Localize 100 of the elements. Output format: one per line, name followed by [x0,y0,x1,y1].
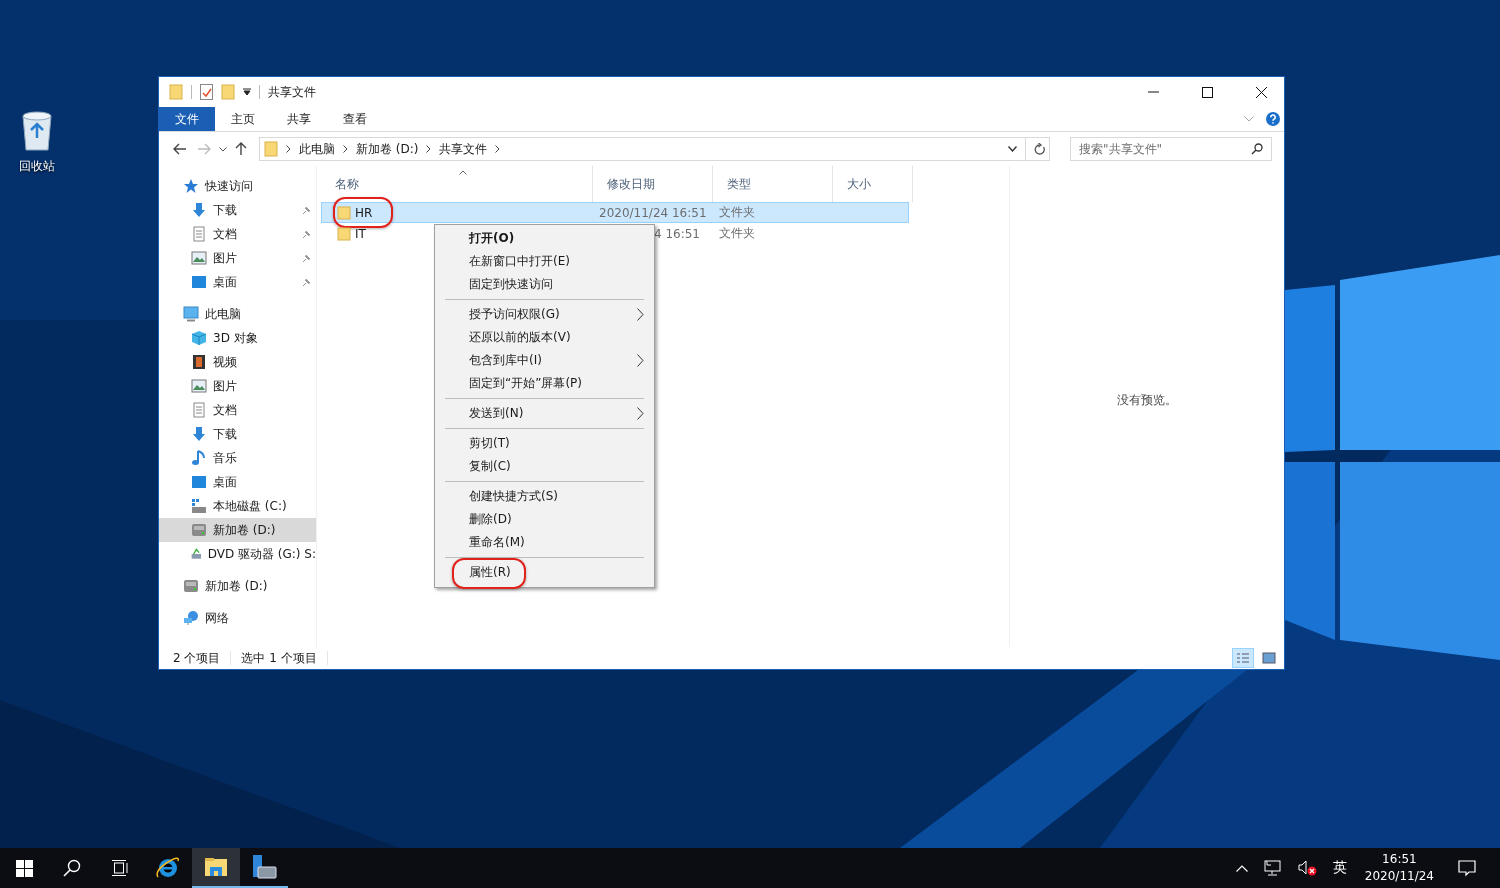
clock[interactable]: 16:51 2020/11/24 [1364,851,1434,885]
folder-icon [337,226,351,241]
refresh-icon[interactable] [1034,143,1045,155]
chevron-right-icon[interactable] [343,145,348,153]
download-icon [191,202,207,218]
file-name[interactable]: IT [355,226,366,241]
up-arrow-icon[interactable] [235,142,247,156]
menu-item[interactable]: 在新窗口中打开(E) [435,250,654,273]
help-icon[interactable] [1266,112,1280,126]
notification-icon[interactable] [1458,859,1476,877]
pin-icon[interactable] [302,205,311,215]
ribbon-tab[interactable]: 查看 [327,107,383,131]
input-method-indicator[interactable]: 英 [1332,859,1347,877]
nav-item[interactable]: 下载 [159,198,316,222]
file-type: 文件夹 [718,225,756,242]
desktop-icon [191,274,207,290]
pin-icon[interactable] [302,229,311,239]
menu-item[interactable]: 授予访问权限(G) [435,303,654,326]
drive-icon [183,578,199,594]
maximize-icon [1201,86,1213,98]
nav-item[interactable]: 桌面 [159,270,316,294]
menu-item[interactable]: 还原以前的版本(V) [435,326,654,349]
dropdown-icon[interactable] [243,88,251,96]
dvd-icon [191,546,202,562]
ribbon-tab[interactable]: 共享 [271,107,327,131]
nav-item[interactable]: 3D 对象 [159,326,316,350]
file-row[interactable]: HR 2020/11/24 16:51 文件夹 [321,202,909,223]
menu-item[interactable]: 固定到快速访问 [435,273,654,296]
chevron-right-icon[interactable] [286,145,291,153]
search-icon [63,859,81,877]
menu-item[interactable]: 打开(O) [435,227,654,250]
browser-e-icon [156,857,180,879]
chevron-up-icon[interactable] [1235,864,1248,872]
menu-item[interactable]: 复制(C) [435,455,654,478]
nav-item[interactable]: 快速访问 [159,174,316,198]
film-icon [191,354,207,370]
folder-icon [204,857,228,877]
search-icon [1251,143,1263,155]
sort-caret-icon [459,170,467,175]
search-field[interactable]: 搜索"共享文件" [1070,137,1272,161]
nav-item[interactable]: 文档 [159,222,316,246]
pin-icon[interactable] [302,277,311,287]
document-icon [191,402,207,418]
file-type: 文件夹 [718,204,756,221]
breadcrumb[interactable]: 此电脑 [299,140,335,158]
folder-icon [337,205,351,220]
details-list-icon [1236,652,1250,664]
menu-item[interactable]: 包含到库中(I) [435,349,654,372]
menu-item[interactable]: 属性(R) [435,561,654,584]
breadcrumb[interactable]: 新加卷 (D:) [356,140,419,158]
ribbon-tab[interactable]: 文件 [159,107,215,131]
menu-item[interactable]: 发送到(N) [435,402,654,425]
desktop-icon-label[interactable]: 回收站 [19,158,55,175]
nav-item[interactable]: 网络 [159,606,316,630]
desktop-icon [191,474,207,490]
pin-icon[interactable] [302,253,311,263]
windows-logo-icon [15,859,33,877]
nav-item[interactable]: 文档 [159,398,316,422]
minimize-icon [1147,91,1159,93]
nav-item[interactable]: 视频 [159,350,316,374]
server-toolbox-icon [251,854,277,880]
folder-icon [264,141,278,157]
cube-icon [191,330,207,346]
nav-item[interactable]: 下载 [159,422,316,446]
task-view-icon [112,860,128,876]
nav-item[interactable]: 桌面 [159,470,316,494]
nav-item[interactable]: 图片 [159,246,316,270]
nav-item[interactable]: 图片 [159,374,316,398]
nav-item[interactable]: 新加卷 (D:) [159,574,316,598]
file-explorer-taskbar-button[interactable] [192,848,240,888]
window-title: 共享文件 [268,83,316,101]
chevron-right-icon[interactable] [495,145,501,153]
image-icon [191,378,207,394]
network-icon[interactable] [1263,860,1282,876]
menu-item[interactable]: 剪切(T) [435,432,654,455]
download-icon [191,426,207,442]
file-name[interactable]: HR [355,205,373,220]
menu-item[interactable]: 删除(D) [435,508,654,531]
menu-item[interactable]: 创建快捷方式(S) [435,485,654,508]
chevron-right-icon[interactable] [426,145,432,153]
breadcrumb[interactable]: 共享文件 [439,140,488,158]
nav-item[interactable]: 新加卷 (D:) [159,518,316,542]
chevron-down-icon[interactable] [1008,146,1017,152]
star-icon [183,178,199,194]
menu-item[interactable]: 固定到“开始”屏幕(P) [435,372,654,395]
nav-item[interactable]: 音乐 [159,446,316,470]
modified-date: 4 16:51 [652,226,701,241]
properties-icon[interactable] [200,84,213,100]
modified-date: 2020/11/24 16:51 [598,205,708,220]
music-icon [191,450,207,466]
ribbon-tab[interactable]: 主页 [215,107,271,131]
chevron-down-icon[interactable] [219,146,227,152]
status-text: 选中 1 个项目 [241,649,317,667]
nav-item[interactable]: DVD 驱动器 (G:) S: [159,542,316,566]
back-arrow-icon[interactable] [173,143,187,155]
nav-item[interactable]: 此电脑 [159,302,316,326]
nav-item[interactable]: 本地磁盘 (C:) [159,494,316,518]
address-bar[interactable]: 此电脑 新加卷 (D:) 共享文件 [259,137,1050,161]
muted-speaker-icon[interactable] [1297,860,1317,876]
menu-item[interactable]: 重命名(M) [435,531,654,554]
